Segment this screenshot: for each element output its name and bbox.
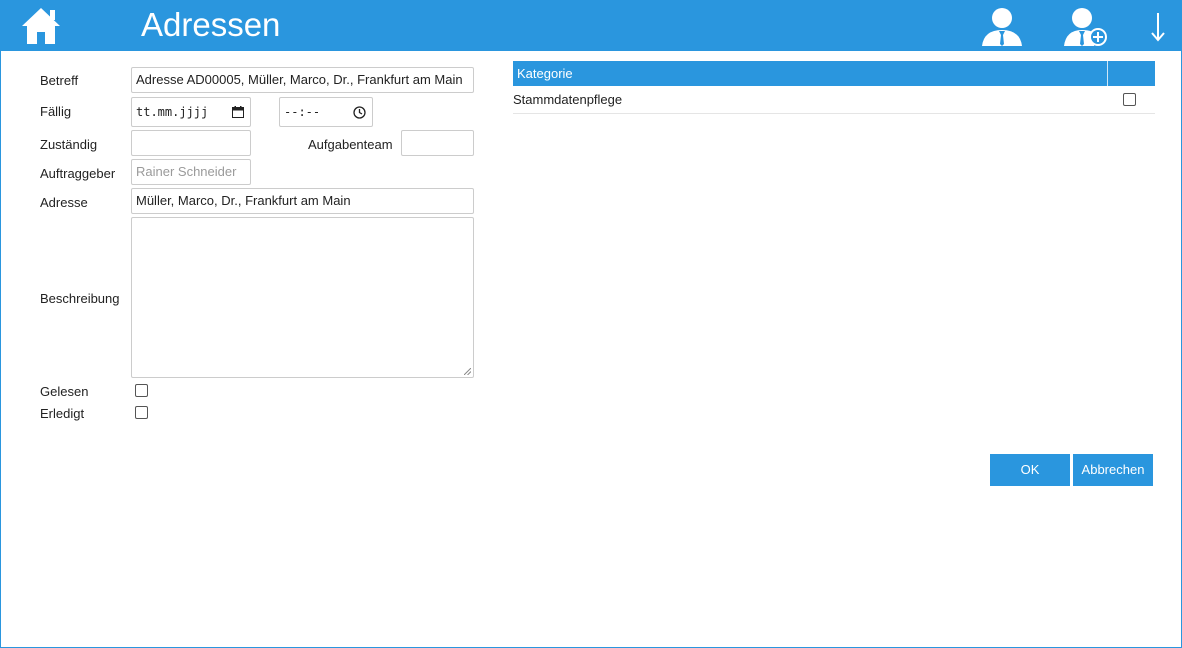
table-row[interactable]: Stammdatenpflege [513, 86, 1155, 114]
calendar-icon[interactable] [232, 106, 244, 118]
page-title: Adressen [141, 6, 281, 43]
resize-grip-icon[interactable] [464, 368, 471, 375]
betreff-label: Betreff [40, 73, 79, 88]
ok-button[interactable]: OK [990, 454, 1070, 486]
user-icon[interactable] [980, 6, 1024, 46]
arrow-down-icon[interactable] [1148, 11, 1168, 43]
zustaendig-label: Zuständig [40, 137, 98, 152]
user-add-icon[interactable] [1064, 6, 1108, 46]
faellig-label: Fällig [40, 104, 72, 119]
cancel-button[interactable]: Abbrechen [1073, 454, 1153, 486]
kategorie-column-header: Kategorie [517, 66, 573, 81]
gelesen-label: Gelesen [40, 384, 89, 399]
betreff-input[interactable]: Adresse AD00005, Müller, Marco, Dr., Fra… [131, 67, 474, 93]
auftraggeber-input: Rainer Schneider [131, 159, 251, 185]
auftraggeber-label: Auftraggeber [40, 166, 116, 181]
aufgabenteam-input[interactable] [401, 130, 474, 156]
category-table-header: Kategorie [513, 61, 1155, 86]
erledigt-label: Erledigt [40, 406, 85, 421]
adresse-input[interactable]: Müller, Marco, Dr., Frankfurt am Main [131, 188, 474, 214]
clock-icon[interactable] [353, 106, 366, 119]
column-separator [1107, 61, 1108, 86]
faellig-time-input[interactable]: --:-- [279, 97, 373, 127]
category-checkbox[interactable] [1123, 93, 1136, 106]
adresse-label: Adresse [40, 195, 88, 210]
gelesen-checkbox[interactable] [135, 384, 148, 397]
beschreibung-textarea[interactable] [131, 217, 474, 378]
category-label: Stammdatenpflege [513, 92, 623, 107]
erledigt-checkbox[interactable] [135, 406, 148, 419]
home-icon[interactable] [20, 6, 62, 46]
app-header: Adressen [0, 0, 1182, 51]
time-placeholder: --:-- [284, 105, 321, 119]
zustaendig-input[interactable] [131, 130, 251, 156]
faellig-date-input[interactable]: tt.mm.jjjj [131, 97, 251, 127]
aufgabenteam-label: Aufgabenteam [308, 137, 393, 152]
beschreibung-label: Beschreibung [40, 291, 120, 306]
date-placeholder: tt.mm.jjjj [136, 105, 209, 119]
